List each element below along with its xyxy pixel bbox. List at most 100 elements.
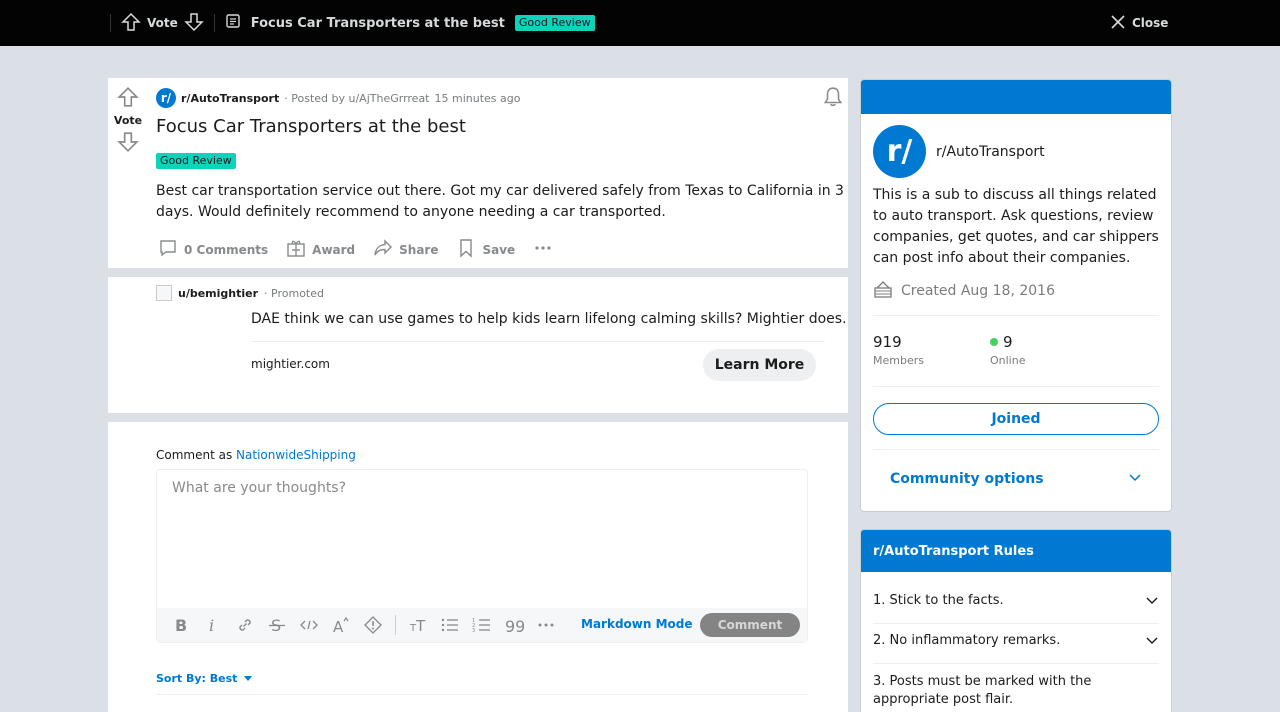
comments-label: 0 Comments <box>184 242 269 257</box>
joined-button[interactable]: Joined <box>873 403 1159 435</box>
community-options-label: Community options <box>890 471 1044 487</box>
comment-input[interactable] <box>157 470 807 608</box>
community-description: This is a sub to discuss all things rela… <box>873 187 1159 266</box>
save-button[interactable]: Save <box>456 238 515 261</box>
divider <box>251 341 825 342</box>
markdown-mode-button[interactable]: Markdown Mode <box>581 617 693 631</box>
svg-text:B: B <box>175 616 187 634</box>
link-icon[interactable] <box>229 610 261 640</box>
online-label: Online <box>990 354 1026 367</box>
post-flair[interactable]: Good Review <box>156 153 236 169</box>
topbar-flair: Good Review <box>514 15 595 31</box>
posted-by[interactable]: · Posted by u/AjTheGrrreat <box>284 92 429 105</box>
promoted-user[interactable]: u/bemightier <box>178 287 258 300</box>
comment-as-label: Comment as <box>156 448 233 462</box>
close-label: Close <box>1132 16 1169 30</box>
promoted-avatar[interactable] <box>156 285 172 301</box>
divider <box>873 449 1159 450</box>
community-avatar[interactable]: r/ <box>873 125 926 178</box>
bell-icon[interactable] <box>822 86 844 112</box>
divider <box>873 386 1159 387</box>
bookmark-icon <box>456 238 476 261</box>
award-icon <box>286 238 306 261</box>
share-label: Share <box>399 242 439 257</box>
post-card: Vote r/ r/AutoTransport · Posted by u/Aj… <box>108 78 848 268</box>
comments-button[interactable]: 0 Comments <box>158 238 268 261</box>
comment-username-link[interactable]: NationwideShipping <box>236 448 356 462</box>
rule-label: 1. Stick to the facts. <box>873 593 1004 608</box>
strikethrough-icon[interactable]: S <box>261 610 293 640</box>
promoted-domain[interactable]: mightier.com <box>251 357 330 371</box>
members-stat: 919 Members <box>873 333 924 367</box>
downvote-icon[interactable] <box>183 12 204 35</box>
community-options-toggle[interactable]: Community options <box>873 470 1159 488</box>
subreddit-link[interactable]: r/AutoTransport <box>181 92 279 105</box>
rules-title: r/AutoTransport Rules <box>861 530 1171 572</box>
chevron-down-icon <box>1145 633 1159 651</box>
italic-icon[interactable]: i <box>197 610 229 640</box>
about-header <box>861 80 1171 114</box>
sort-dropdown[interactable]: Sort By: Best <box>156 672 253 685</box>
svg-text:3: 3 <box>472 628 475 634</box>
comment-as: Comment as NationwideShipping <box>156 448 356 462</box>
online-dot-icon <box>990 338 998 346</box>
upvote-icon[interactable] <box>117 86 139 112</box>
topbar-vote: Vote <box>111 12 214 35</box>
promoted-tag: · Promoted <box>264 286 324 300</box>
more-icon <box>533 238 553 261</box>
top-bar: Vote Focus Car Transporters at the best … <box>0 0 1280 46</box>
chevron-down-icon <box>1128 470 1142 488</box>
heading-icon[interactable]: TT <box>402 610 434 640</box>
created-date: Created Aug 18, 2016 <box>873 279 1055 303</box>
upvote-icon[interactable] <box>121 12 141 35</box>
award-button[interactable]: Award <box>286 238 355 261</box>
comment-editor: B i S A TT 123 99 Markdown Mode Comment <box>156 469 808 643</box>
svg-text:T: T <box>415 617 426 634</box>
subreddit-avatar[interactable]: r/ <box>156 88 176 108</box>
divider <box>873 315 1159 316</box>
divider <box>156 694 808 695</box>
more-options-button[interactable] <box>533 238 553 261</box>
topbar-post-info: Focus Car Transporters at the best Good … <box>215 13 595 33</box>
cake-icon <box>873 279 893 303</box>
promoted-post: u/bemightier · Promoted DAE think we can… <box>108 277 848 413</box>
rule-label: 3. Posts must be marked with the appropr… <box>873 674 1092 707</box>
divider <box>873 663 1159 664</box>
divider <box>873 623 1159 624</box>
downvote-icon[interactable] <box>117 131 139 157</box>
bulleted-list-icon[interactable] <box>434 610 466 640</box>
post-meta: r/ r/AutoTransport · Posted by u/AjTheGr… <box>156 88 520 108</box>
members-count: 919 <box>873 333 902 351</box>
members-label: Members <box>873 354 924 367</box>
svg-text:99: 99 <box>505 617 524 634</box>
bold-icon[interactable]: B <box>165 610 197 640</box>
rule-item[interactable]: 2. No inflammatory remarks. <box>873 633 1159 651</box>
rule-item[interactable]: 3. Posts must be marked with the appropr… <box>873 673 1103 709</box>
more-icon[interactable] <box>530 610 562 640</box>
vote-column: Vote <box>108 86 148 157</box>
rule-label: 2. No inflammatory remarks. <box>873 633 1061 648</box>
post-icon <box>225 13 241 33</box>
post-body: Best car transportation service out ther… <box>156 183 844 220</box>
learn-more-button[interactable]: Learn More <box>703 349 816 381</box>
post-actions: 0 Comments Award Share Save <box>158 238 553 261</box>
divider <box>395 615 396 635</box>
quote-icon[interactable]: 99 <box>498 610 530 640</box>
rule-item[interactable]: 1. Stick to the facts. <box>873 593 1159 611</box>
numbered-list-icon[interactable]: 123 <box>466 610 498 640</box>
promoted-text[interactable]: DAE think we can use games to help kids … <box>251 311 847 327</box>
spoiler-icon[interactable] <box>357 610 389 640</box>
share-icon <box>373 238 393 261</box>
comment-submit-button[interactable]: Comment <box>700 613 800 637</box>
post-time: 15 minutes ago <box>434 91 521 105</box>
share-button[interactable]: Share <box>373 238 438 261</box>
close-button[interactable]: Close <box>1110 0 1168 46</box>
promoted-meta: u/bemightier · Promoted <box>156 285 324 301</box>
created-label: Created Aug 18, 2016 <box>901 283 1055 299</box>
svg-text:i: i <box>209 616 214 634</box>
superscript-icon[interactable]: A <box>325 610 357 640</box>
inline-code-icon[interactable] <box>293 610 325 640</box>
community-identity: r/ r/AutoTransport <box>873 125 1045 178</box>
community-name[interactable]: r/AutoTransport <box>936 144 1045 160</box>
topbar-vote-label: Vote <box>147 16 178 30</box>
